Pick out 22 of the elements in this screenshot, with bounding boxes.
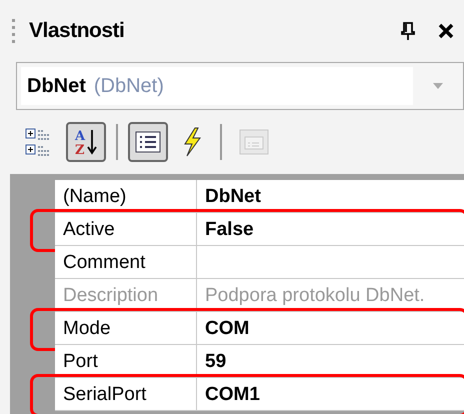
list-icon: [135, 131, 161, 153]
property-value[interactable]: COM: [197, 312, 464, 345]
object-type: (DbNet): [94, 74, 164, 99]
object-selector[interactable]: DbNet (DbNet): [16, 62, 464, 110]
property-name[interactable]: SerialPort: [55, 378, 197, 411]
property-value[interactable]: COM1: [197, 378, 464, 411]
toolbar-button[interactable]: [128, 122, 168, 162]
property-value[interactable]: False: [197, 213, 464, 246]
grip-icon: [12, 19, 15, 43]
property-name[interactable]: Active: [55, 213, 197, 246]
object-name: DbNet: [27, 74, 86, 99]
property-value[interactable]: 59: [197, 345, 464, 378]
property-name[interactable]: Comment: [55, 246, 197, 279]
lightning-icon: [181, 127, 203, 157]
toolbar-button[interactable]: A Z: [66, 122, 106, 162]
property-name[interactable]: Mode: [55, 312, 197, 345]
property-name[interactable]: Port: [55, 345, 197, 378]
property-value[interactable]: DbNet: [197, 180, 464, 213]
dropdown-caret-icon: [433, 83, 443, 89]
property-pages-icon: [239, 129, 269, 155]
panel-title: Vlastnosti: [29, 18, 124, 44]
property-name[interactable]: (Name): [55, 180, 197, 213]
